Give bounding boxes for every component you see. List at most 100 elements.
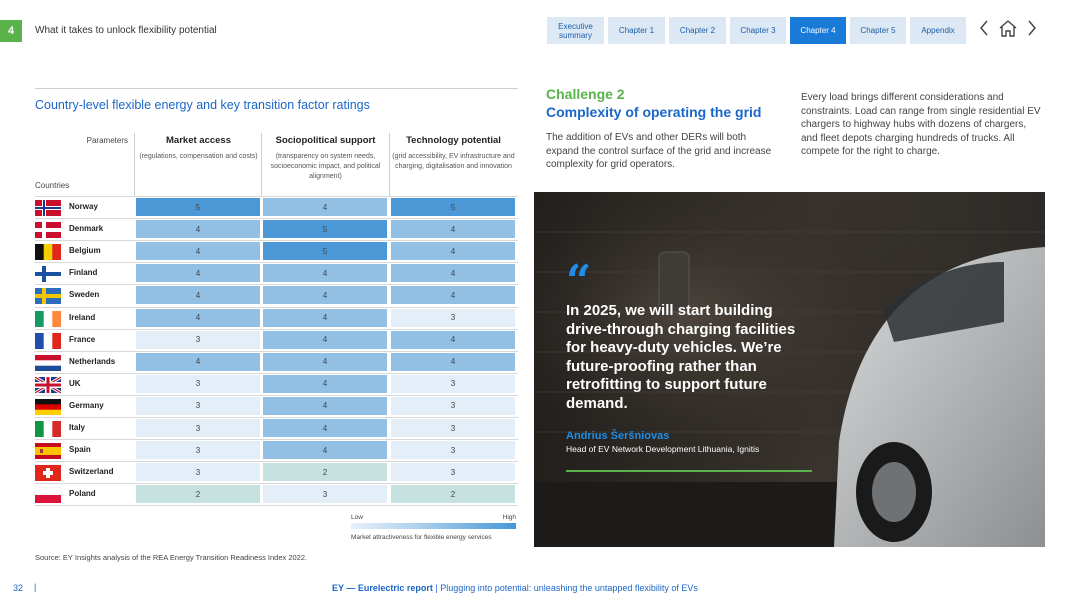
challenge-body: The addition of EVs and other DERs will … <box>546 132 772 170</box>
quote-mark-icon: “ <box>566 256 592 307</box>
nav-icons <box>978 19 1038 37</box>
rating-cell: 4 <box>263 374 387 393</box>
rating-cell: 4 <box>136 308 260 327</box>
quote-author: Andrius Šeršniovas <box>566 430 670 442</box>
flag-italy-icon <box>35 421 61 437</box>
rating-cell: 4 <box>391 286 515 305</box>
footer-separator: | <box>34 582 37 592</box>
footer-report-title: | Plugging into potential: unleashing th… <box>435 583 698 593</box>
column-desc: (regulations, compensation and costs) <box>139 153 258 160</box>
source-note: Source: EY Insights analysis of the REA … <box>35 553 308 562</box>
chevron-right-icon[interactable] <box>1026 19 1038 37</box>
rating-cell: 4 <box>136 242 260 261</box>
rating-cell: 4 <box>136 352 260 371</box>
rating-cell: 4 <box>263 264 387 283</box>
table-row: Spain 3 4 3 <box>35 440 518 462</box>
column-header-sociopolitical: Sociopolitical support (transparency on … <box>263 135 388 182</box>
legend-high-label: High <box>502 514 516 521</box>
country-name: Switzerland <box>69 467 114 477</box>
divider <box>389 133 390 196</box>
footer-report-name: EY — Eurelectric report <box>332 583 433 593</box>
rating-cell: 4 <box>263 352 387 371</box>
rating-cell: 4 <box>136 264 260 283</box>
section-title: What it takes to unlock flexibility pote… <box>35 25 217 36</box>
footer-page-number: 32 <box>13 583 24 593</box>
flag-denmark-icon <box>35 222 61 239</box>
country-name: Germany <box>69 400 104 410</box>
country-name: Netherlands <box>69 356 116 366</box>
column-title: Market access <box>166 135 231 146</box>
table-row: Ireland 4 4 3 <box>35 308 518 330</box>
country-name: Finland <box>69 268 98 278</box>
challenge-label: Challenge 2 <box>546 86 625 102</box>
flag-belgium-icon <box>35 244 61 261</box>
table-row: Belgium 4 5 4 <box>35 241 518 263</box>
flag-norway-icon <box>35 200 61 216</box>
country-name: Belgium <box>69 246 101 256</box>
rating-cell: 5 <box>391 198 515 216</box>
column-title: Technology potential <box>406 135 501 146</box>
challenge-body-2: Every load brings different consideratio… <box>801 92 1041 157</box>
legend-low-label: Low <box>351 514 363 521</box>
countries-label: Countries <box>35 181 70 190</box>
rating-cell: 3 <box>391 441 515 460</box>
flag-sweden-icon <box>35 288 61 305</box>
chevron-left-icon[interactable] <box>978 19 990 37</box>
chapter-nav: Executive summary Chapter 1 Chapter 2 Chapt… <box>547 17 966 44</box>
table-row: Netherlands 4 4 4 <box>35 352 518 374</box>
column-title: Sociopolitical support <box>275 135 376 146</box>
table-row: Germany 3 4 3 <box>35 396 518 418</box>
table-row: Norway 5 4 5 <box>35 197 518 219</box>
home-icon[interactable] <box>998 19 1018 37</box>
rating-cell: 4 <box>391 330 515 349</box>
rating-cell: 3 <box>136 419 260 437</box>
top-rule <box>35 88 518 89</box>
tab-executive-summary[interactable]: Executive summary <box>547 17 604 44</box>
rating-cell: 3 <box>391 463 515 482</box>
tab-chapter-1[interactable]: Chapter 1 <box>608 17 665 44</box>
country-name: France <box>69 334 96 344</box>
page-number-badge: 4 <box>0 20 22 42</box>
flag-germany-icon <box>35 398 61 415</box>
table-row: Finland 4 4 4 <box>35 263 518 285</box>
rating-cell: 2 <box>136 485 260 504</box>
country-name: UK <box>69 378 81 388</box>
rating-cell: 4 <box>263 441 387 460</box>
flag-uk-icon <box>35 376 61 393</box>
footer: EY — Eurelectric report | Plugging into … <box>332 583 698 593</box>
row-divider <box>35 505 518 507</box>
country-name: Sweden <box>69 290 100 300</box>
rating-cell: 3 <box>391 308 515 327</box>
table-title: Country-level flexible energy and key tr… <box>35 98 370 112</box>
quote-photo: “ In 2025, we will start building drive-… <box>534 192 1045 547</box>
divider <box>261 133 262 196</box>
flag-netherlands-icon <box>35 354 61 371</box>
rating-cell: 5 <box>136 198 260 216</box>
flag-spain-icon <box>35 443 61 460</box>
rating-cell: 3 <box>391 374 515 393</box>
tab-chapter-5[interactable]: Chapter 5 <box>850 17 906 44</box>
tab-chapter-3[interactable]: Chapter 3 <box>730 17 786 44</box>
rating-cell: 3 <box>391 419 515 437</box>
table-row: Switzerland 3 2 3 <box>35 462 518 484</box>
legend: Low High Market attractiveness for flexi… <box>351 514 516 541</box>
tab-chapter-2[interactable]: Chapter 2 <box>669 17 726 44</box>
rating-cell: 3 <box>136 441 260 460</box>
tab-chapter-4[interactable]: Chapter 4 <box>790 17 846 44</box>
country-name: Poland <box>69 489 96 499</box>
rating-cell: 4 <box>136 220 260 239</box>
parameters-label: Parameters <box>86 136 128 145</box>
table-row: France 3 4 4 <box>35 330 518 352</box>
table-row: Denmark 4 5 4 <box>35 219 518 241</box>
tab-appendix[interactable]: Appendix <box>910 17 966 44</box>
column-desc: (transparency on system needs, socioecon… <box>270 153 381 180</box>
rating-cell: 5 <box>263 242 387 261</box>
legend-gradient-bar <box>351 523 516 529</box>
table-row: Italy 3 4 3 <box>35 418 518 440</box>
rating-cell: 4 <box>391 352 515 371</box>
rating-cell: 4 <box>263 286 387 305</box>
rating-cell: 4 <box>263 330 387 349</box>
divider <box>134 133 135 196</box>
country-name: Spain <box>69 445 91 455</box>
table-row: Sweden 4 4 4 <box>35 285 518 307</box>
